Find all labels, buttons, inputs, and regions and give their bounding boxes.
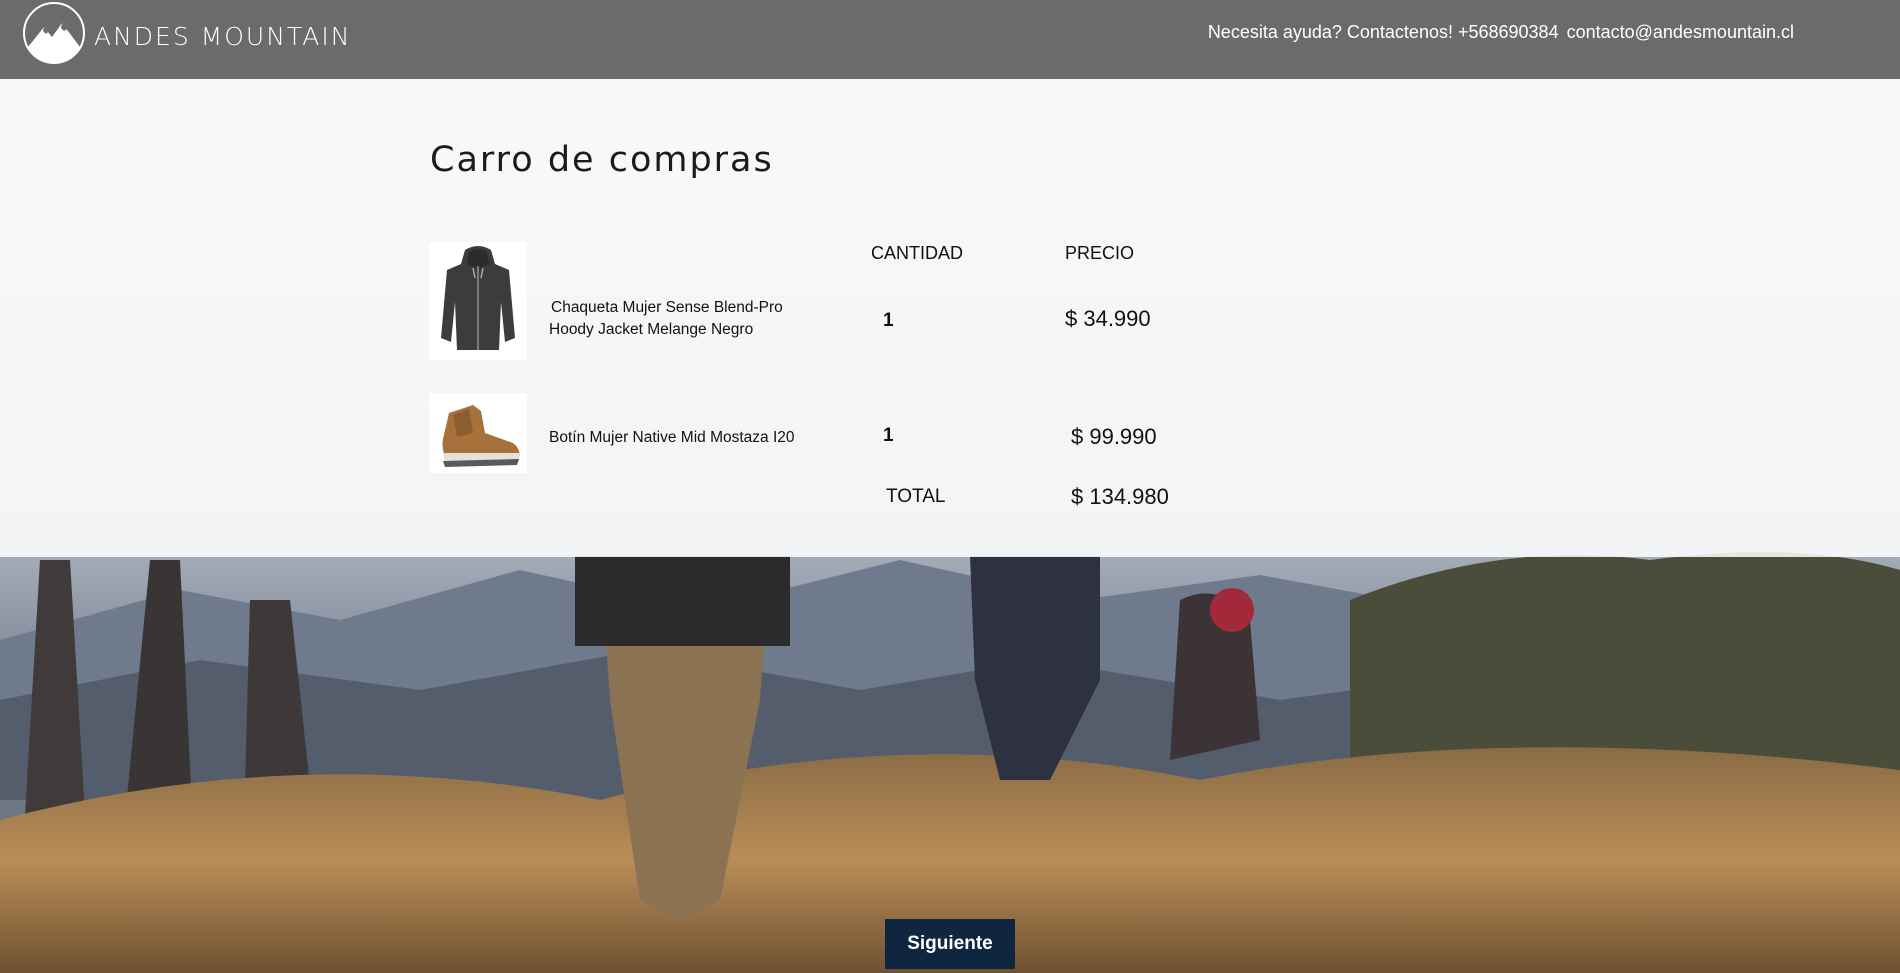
cart-item-image[interactable] <box>429 393 527 473</box>
cart-item-image[interactable] <box>429 242 527 360</box>
mountain-logo-icon[interactable] <box>22 1 86 65</box>
cart-item-price: $ 99.990 <box>1071 424 1157 449</box>
quantity-column-header: CANTIDAD <box>871 243 964 263</box>
cart-item-name-line1: Chaqueta Mujer Sense Blend-Pro <box>551 299 783 316</box>
boot-icon <box>442 405 520 467</box>
total-label: TOTAL <box>886 486 946 507</box>
contact-info: Necesita ayuda? Contactenos! +568690384 … <box>1208 22 1794 43</box>
contact-email-link[interactable]: contacto@andesmountain.cl <box>1567 22 1794 43</box>
cart-item-price: $ 34.990 <box>1065 306 1151 331</box>
jacket-icon <box>441 246 515 350</box>
page: ANDES MOUNTAIN Necesita ayuda? Contacten… <box>0 0 1900 973</box>
site-header: ANDES MOUNTAIN Necesita ayuda? Contacten… <box>0 0 1900 79</box>
help-phone-text: Necesita ayuda? Contactenos! +568690384 <box>1207 22 1559 42</box>
cart-panel <box>0 79 1900 557</box>
page-title: Carro de compras <box>430 140 774 180</box>
next-button[interactable]: Siguiente <box>885 919 1015 969</box>
cart-item-quantity[interactable]: 1 <box>883 310 894 332</box>
cart-item-name[interactable]: Chaqueta Mujer Sense Blend-Pro Hoody Jac… <box>549 297 783 341</box>
price-column-header: PRECIO <box>1065 243 1135 263</box>
cart-item-name[interactable]: Botín Mujer Native Mid Mostaza I20 <box>549 427 795 449</box>
cart-item-quantity[interactable]: 1 <box>883 425 894 447</box>
cart-item-name-line2: Hoody Jacket Melange Negro <box>549 321 754 338</box>
brand-name[interactable]: ANDES MOUNTAIN <box>94 22 351 51</box>
total-value: $ 134.980 <box>1071 484 1169 509</box>
